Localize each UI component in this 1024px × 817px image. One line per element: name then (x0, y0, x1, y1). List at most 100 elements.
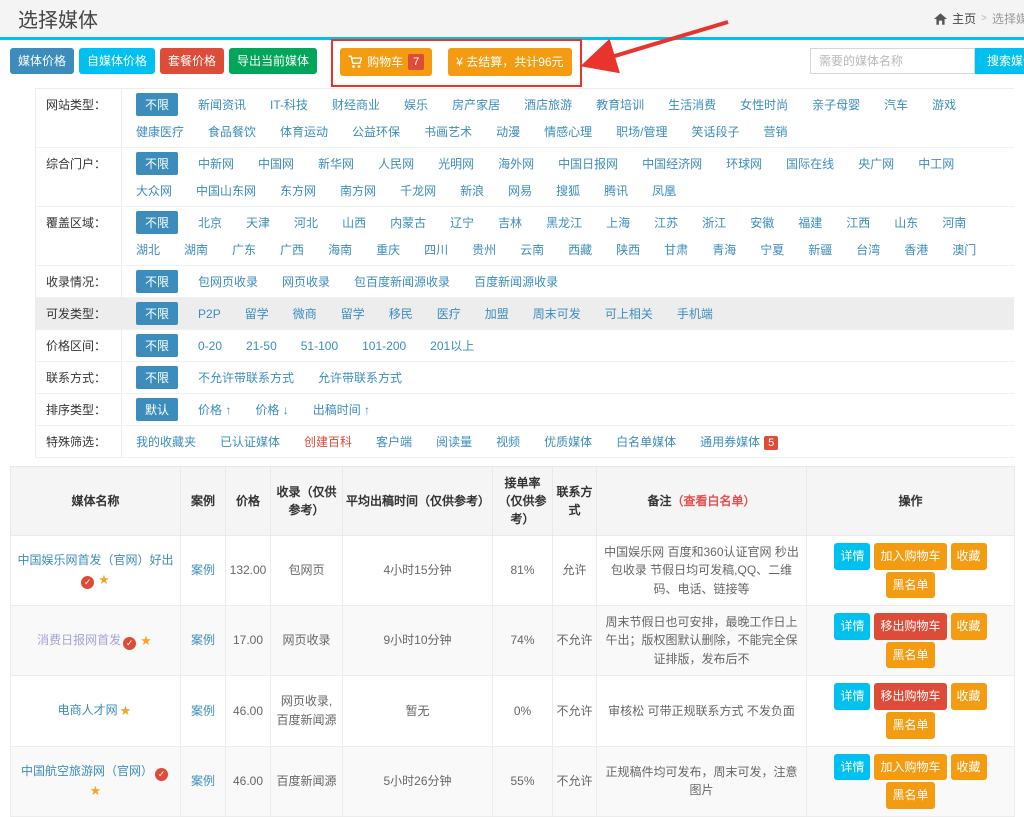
filter-option[interactable]: 价格 ↑ (198, 398, 231, 421)
filter-option[interactable]: 央广网 (858, 152, 894, 175)
filter-option[interactable]: 房产家居 (452, 93, 500, 116)
filter-option[interactable]: 中工网 (918, 152, 954, 175)
filter-option[interactable]: 财经商业 (332, 93, 380, 116)
filter-option[interactable]: 中国山东网 (196, 179, 256, 202)
filter-option[interactable]: 宁夏 (760, 238, 784, 261)
filter-option[interactable]: 新浪 (460, 179, 484, 202)
favorite-button[interactable]: 收藏 (951, 754, 987, 781)
blacklist-button[interactable]: 黑名单 (886, 712, 934, 739)
favorite-button[interactable]: 收藏 (951, 683, 987, 710)
filter-option[interactable]: 湖北 (136, 238, 160, 261)
filter-option[interactable]: 南方网 (340, 179, 376, 202)
filter-option[interactable]: 食品餐饮 (208, 120, 256, 143)
filter-option[interactable]: 微商 (293, 302, 317, 325)
media-name-link[interactable]: 中国娱乐网首发（官网）好出 (17, 553, 173, 567)
filter-option[interactable]: 出稿时间 ↑ (313, 398, 370, 421)
filter-option[interactable]: IT-科技 (270, 93, 308, 116)
filter-option[interactable]: 留学 (341, 302, 365, 325)
filter-selected-chip[interactable]: 不限 (136, 366, 178, 389)
self-media-price-button[interactable]: 自媒体价格 (79, 48, 155, 74)
export-current-media-button[interactable]: 导出当前媒体 (229, 48, 317, 74)
filter-option[interactable]: 中国网 (258, 152, 294, 175)
filter-option[interactable]: 价格 ↓ (255, 398, 288, 421)
favorite-button[interactable]: 收藏 (951, 543, 987, 570)
filter-option[interactable]: 101-200 (362, 336, 406, 356)
filter-option[interactable]: 亲子母婴 (812, 93, 860, 116)
filter-option[interactable]: 搜狐 (556, 179, 580, 202)
filter-option[interactable]: 阅读量 (436, 430, 472, 453)
filter-option[interactable]: 环球网 (726, 152, 762, 175)
filter-option[interactable]: 客户端 (376, 430, 412, 453)
filter-option[interactable]: 体育运动 (280, 120, 328, 143)
filter-option[interactable]: 上海 (606, 211, 630, 234)
detail-button[interactable]: 详情 (834, 683, 870, 710)
filter-option[interactable]: 周末可发 (533, 302, 581, 325)
filter-option[interactable]: 女性时尚 (740, 93, 788, 116)
add-to-cart-button[interactable]: 加入购物车 (874, 543, 946, 570)
star-icon[interactable]: ★ (140, 633, 152, 648)
filter-option[interactable]: 千龙网 (400, 179, 436, 202)
whitelist-link[interactable]: （查看白名单） (672, 494, 756, 508)
filter-option[interactable]: 通用券媒体5 (700, 430, 778, 453)
filter-option[interactable]: 留学 (245, 302, 269, 325)
filter-option[interactable]: 安徽 (750, 211, 774, 234)
filter-option[interactable]: 新疆 (808, 238, 832, 261)
filter-option[interactable]: 贵州 (472, 238, 496, 261)
filter-option[interactable]: 江西 (846, 211, 870, 234)
filter-option[interactable]: 香港 (904, 238, 928, 261)
filter-option[interactable]: 西藏 (568, 238, 592, 261)
filter-option[interactable]: 允许带联系方式 (318, 366, 402, 389)
filter-option[interactable]: 陕西 (616, 238, 640, 261)
filter-option[interactable]: 视频 (496, 430, 520, 453)
filter-selected-chip[interactable]: 不限 (136, 270, 178, 293)
filter-option[interactable]: 海外网 (498, 152, 534, 175)
filter-option[interactable]: 青海 (712, 238, 736, 261)
filter-selected-chip[interactable]: 默认 (136, 398, 178, 421)
filter-selected-chip[interactable]: 不限 (136, 152, 178, 175)
breadcrumb-home[interactable]: 主页 (952, 10, 976, 27)
filter-option[interactable]: 娱乐 (404, 93, 428, 116)
filter-option[interactable]: 手机端 (677, 302, 713, 325)
filter-option[interactable]: 新华网 (318, 152, 354, 175)
filter-option[interactable]: 国际在线 (786, 152, 834, 175)
filter-option[interactable]: 新闻资讯 (198, 93, 246, 116)
filter-selected-chip[interactable]: 不限 (136, 334, 178, 357)
favorite-button[interactable]: 收藏 (951, 613, 987, 640)
remove-from-cart-button[interactable]: 移出购物车 (874, 613, 946, 640)
filter-option[interactable]: 湖南 (184, 238, 208, 261)
filter-option[interactable]: 甘肃 (664, 238, 688, 261)
star-icon[interactable]: ★ (98, 572, 110, 587)
search-media-button[interactable]: 搜索媒体 (975, 48, 1024, 74)
filter-option[interactable]: 中国经济网 (642, 152, 702, 175)
filter-option[interactable]: 澳门 (952, 238, 976, 261)
filter-option[interactable]: 情感心理 (544, 120, 592, 143)
media-name-link[interactable]: 电商人才网 (58, 703, 118, 717)
filter-option[interactable]: 网易 (508, 179, 532, 202)
filter-option[interactable]: 营销 (763, 120, 787, 143)
filter-option[interactable]: 黑龙江 (546, 211, 582, 234)
filter-option[interactable]: 21-50 (246, 336, 277, 356)
filter-option[interactable]: 大众网 (136, 179, 172, 202)
filter-selected-chip[interactable]: 不限 (136, 93, 178, 116)
filter-option[interactable]: 中新网 (198, 152, 234, 175)
star-icon[interactable]: ★ (90, 783, 102, 798)
cart-button[interactable]: 购物车 7 (340, 48, 432, 76)
blacklist-button[interactable]: 黑名单 (886, 782, 934, 809)
filter-option[interactable]: 游戏 (932, 93, 956, 116)
filter-option[interactable]: 腾讯 (604, 179, 628, 202)
filter-option[interactable]: 可上相关 (605, 302, 653, 325)
filter-option[interactable]: 网页收录 (282, 270, 330, 293)
filter-option[interactable]: 已认证媒体 (220, 430, 280, 453)
filter-option[interactable]: 海南 (328, 238, 352, 261)
media-name-link[interactable]: 消费日报网首发 (37, 633, 121, 647)
filter-option[interactable]: 移民 (389, 302, 413, 325)
filter-option[interactable]: 白名单媒体 (616, 430, 676, 453)
case-link[interactable]: 案例 (191, 774, 215, 788)
filter-option[interactable]: 广东 (232, 238, 256, 261)
filter-option[interactable]: 光明网 (438, 152, 474, 175)
filter-option[interactable]: 公益环保 (352, 120, 400, 143)
filter-option[interactable]: 不允许带联系方式 (198, 366, 294, 389)
case-link[interactable]: 案例 (191, 563, 215, 577)
filter-option[interactable]: 51-100 (301, 336, 338, 356)
filter-option[interactable]: 重庆 (376, 238, 400, 261)
